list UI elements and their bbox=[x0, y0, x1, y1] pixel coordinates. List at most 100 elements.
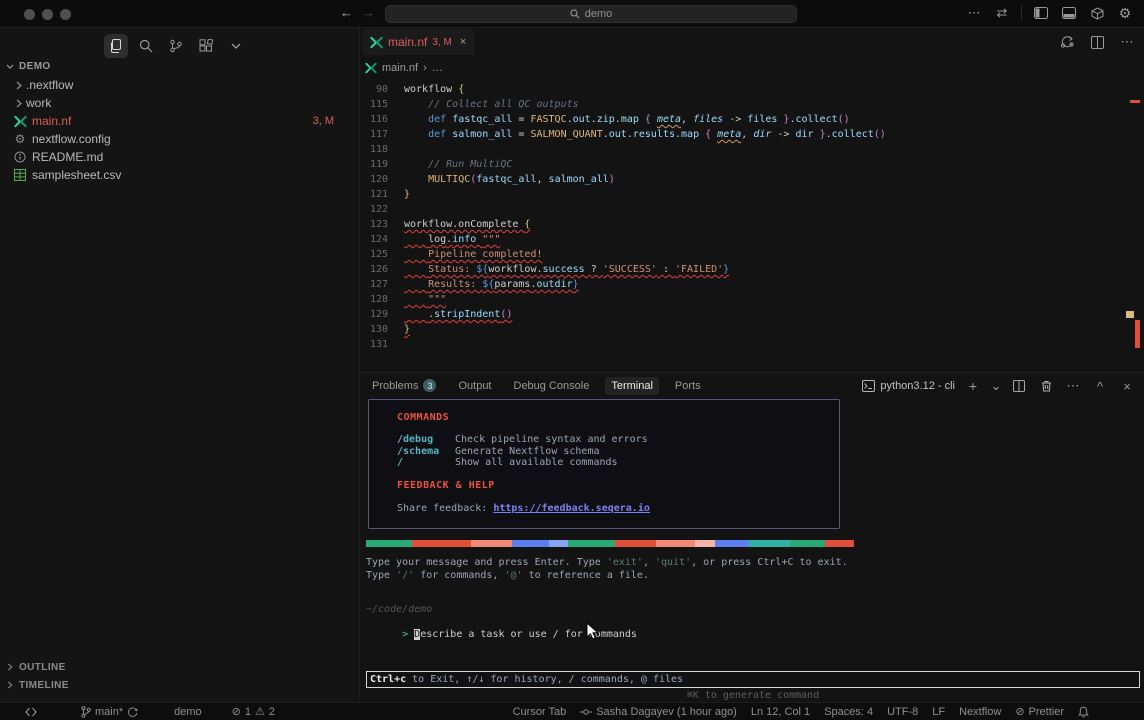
breadcrumb-file[interactable]: main.nf bbox=[382, 62, 418, 74]
code-line-129: 129 .stripIndent() bbox=[360, 307, 1144, 322]
panel-tab-ports[interactable]: Ports bbox=[669, 377, 707, 395]
language-mode[interactable]: Nextflow bbox=[952, 703, 1008, 720]
sidebar: DEMO .nextflowworkmain.nf3, M⚙nextflow.c… bbox=[0, 28, 360, 702]
chevron-down-icon bbox=[6, 64, 14, 69]
traffic-light-close[interactable] bbox=[24, 9, 35, 20]
source-control-icon[interactable] bbox=[164, 34, 188, 58]
problems-summary[interactable]: ⊘ 1 ⚠ 2 bbox=[225, 703, 282, 720]
gradient-segment bbox=[749, 540, 790, 547]
gradient-progress-bar bbox=[366, 540, 854, 547]
gradient-segment bbox=[695, 540, 715, 547]
close-icon[interactable]: × bbox=[460, 36, 466, 48]
maximize-panel-icon[interactable]: ^ bbox=[1091, 377, 1109, 395]
toggle-sidebar-icon[interactable] bbox=[1032, 4, 1050, 22]
git-branch-item[interactable]: main* bbox=[74, 703, 145, 720]
title-bar: ← → demo ⋯ ⇄ ⚙ bbox=[0, 0, 1144, 28]
gradient-segment bbox=[825, 540, 854, 547]
close-panel-icon[interactable]: × bbox=[1118, 377, 1136, 395]
formatter-item[interactable]: ⊘ Prettier bbox=[1008, 703, 1071, 720]
tree-item-README-md[interactable]: README.md bbox=[0, 148, 358, 166]
toggle-panel-icon[interactable] bbox=[1060, 4, 1078, 22]
panel-tab-bar: Problems3 Output Debug Console Terminal Port… bbox=[366, 376, 707, 395]
cursor-position[interactable]: Ln 12, Col 1 bbox=[744, 703, 817, 720]
command-row: /debugCheck pipeline syntax and errors bbox=[397, 434, 839, 446]
nextflow-logo-icon bbox=[365, 62, 377, 74]
workspace-indicator[interactable]: demo bbox=[167, 703, 209, 720]
more-icon[interactable]: ⋯ bbox=[965, 4, 983, 22]
code-line-123: 123workflow.onComplete { bbox=[360, 217, 1144, 232]
section-timeline[interactable]: TIMELINE bbox=[0, 676, 358, 694]
cursor-tab-toggle[interactable]: Cursor Tab bbox=[506, 703, 574, 720]
gradient-segment bbox=[790, 540, 824, 547]
eol-setting[interactable]: LF bbox=[925, 703, 952, 720]
more-icon[interactable]: ⋯ bbox=[1064, 377, 1082, 395]
gradient-segment bbox=[656, 540, 695, 547]
notifications-bell-icon[interactable] bbox=[1071, 703, 1096, 720]
feedback-row: Share feedback: https://feedback.seqera.… bbox=[397, 503, 839, 514]
traffic-light-zoom[interactable] bbox=[60, 9, 71, 20]
trash-icon[interactable] bbox=[1037, 377, 1055, 395]
tab-main-nf[interactable]: main.nf 3, M × bbox=[362, 29, 474, 55]
gear-icon[interactable]: ⚙ bbox=[1116, 4, 1134, 22]
terminal-icon bbox=[862, 380, 875, 392]
terminal-dropdown-icon[interactable]: ⌄ bbox=[991, 377, 1001, 395]
git-blame-item[interactable]: Sasha Dagayev (1 hour ago) bbox=[573, 703, 744, 720]
swap-panes-icon[interactable]: ⇄ bbox=[993, 4, 1011, 22]
code-line-127: 127 Results: ${params.outdir} bbox=[360, 277, 1144, 292]
traffic-light-minimize[interactable] bbox=[42, 9, 53, 20]
encoding-setting[interactable]: UTF-8 bbox=[880, 703, 925, 720]
prettier-icon: ⊘ bbox=[1015, 705, 1024, 718]
titlebar-divider bbox=[1021, 6, 1022, 20]
chevron-down-icon[interactable] bbox=[224, 34, 248, 58]
panel-tab-terminal[interactable]: Terminal bbox=[605, 377, 659, 395]
prompt-glyph: > bbox=[402, 629, 414, 640]
editor-tab-bar: main.nf 3, M × ⋯ bbox=[360, 28, 1144, 56]
tree-item--nextflow[interactable]: .nextflow bbox=[0, 76, 358, 94]
panel-tab-output[interactable]: Output bbox=[452, 377, 497, 395]
indentation-setting[interactable]: Spaces: 4 bbox=[817, 703, 880, 720]
status-bar: main* demo ⊘ 1 ⚠ 2 Cursor Tab Sasha Daga… bbox=[0, 702, 1144, 720]
command-row: /Show all available commands bbox=[397, 457, 839, 469]
command-list: /debugCheck pipeline syntax and errors/s… bbox=[397, 434, 839, 469]
split-terminal-icon[interactable] bbox=[1010, 377, 1028, 395]
feedback-link[interactable]: https://feedback.seqera.io bbox=[493, 503, 650, 514]
run-pipeline-icon[interactable] bbox=[1058, 33, 1076, 51]
forward-arrow-icon[interactable]: → bbox=[362, 5, 375, 20]
command-center-search[interactable]: demo bbox=[385, 5, 797, 23]
code-line-121: 121} bbox=[360, 187, 1144, 202]
gradient-segment bbox=[715, 540, 749, 547]
cube-icon[interactable] bbox=[1088, 4, 1106, 22]
panel-tab-debug-console[interactable]: Debug Console bbox=[508, 377, 596, 395]
bottom-panel: Problems3 Output Debug Console Terminal Port… bbox=[360, 372, 1144, 702]
section-outline[interactable]: OUTLINE bbox=[0, 658, 358, 676]
tree-item-main-nf[interactable]: main.nf3, M bbox=[0, 112, 358, 130]
more-icon[interactable]: ⋯ bbox=[1118, 33, 1136, 51]
chevron-right-icon bbox=[7, 681, 13, 689]
code-line-126: 126 Status: ${workflow.success ? 'SUCCES… bbox=[360, 262, 1144, 277]
remote-indicator-icon[interactable] bbox=[18, 703, 44, 720]
new-terminal-icon[interactable]: + bbox=[964, 377, 982, 395]
explorer-icon[interactable] bbox=[104, 34, 128, 58]
tree-item-samplesheet-csv[interactable]: samplesheet.csv bbox=[0, 166, 358, 184]
file-tree: .nextflowworkmain.nf3, M⚙nextflow.config… bbox=[0, 76, 358, 184]
code-line-117: 117 def salmon_all = SALMON_QUANT.out.re… bbox=[360, 127, 1144, 142]
search-view-icon[interactable] bbox=[134, 34, 158, 58]
tree-item-work[interactable]: work bbox=[0, 94, 358, 112]
explorer-section-header[interactable]: DEMO bbox=[6, 61, 51, 72]
tree-item-nextflow-config[interactable]: ⚙nextflow.config bbox=[0, 130, 358, 148]
chevron-right-icon bbox=[16, 99, 22, 108]
cmdk-hint: ⌘K to generate command bbox=[366, 690, 1140, 701]
split-editor-icon[interactable] bbox=[1088, 33, 1106, 51]
app-window: ← → demo ⋯ ⇄ ⚙ DEMO .nextflowworkma bbox=[0, 0, 1144, 720]
back-arrow-icon[interactable]: ← bbox=[340, 5, 353, 20]
workspace-title: DEMO bbox=[19, 61, 51, 72]
code-line-122: 122 bbox=[360, 202, 1144, 217]
code-line-118: 118 bbox=[360, 142, 1144, 157]
gradient-segment bbox=[471, 540, 512, 547]
terminal-instance-label[interactable]: python3.12 - cli bbox=[862, 380, 955, 392]
breadcrumb-symbol[interactable]: … bbox=[432, 62, 443, 74]
panel-tab-problems[interactable]: Problems3 bbox=[366, 376, 442, 395]
extensions-icon[interactable] bbox=[194, 34, 218, 58]
breadcrumb[interactable]: main.nf › … bbox=[365, 62, 443, 74]
tab-label: main.nf bbox=[388, 35, 427, 49]
